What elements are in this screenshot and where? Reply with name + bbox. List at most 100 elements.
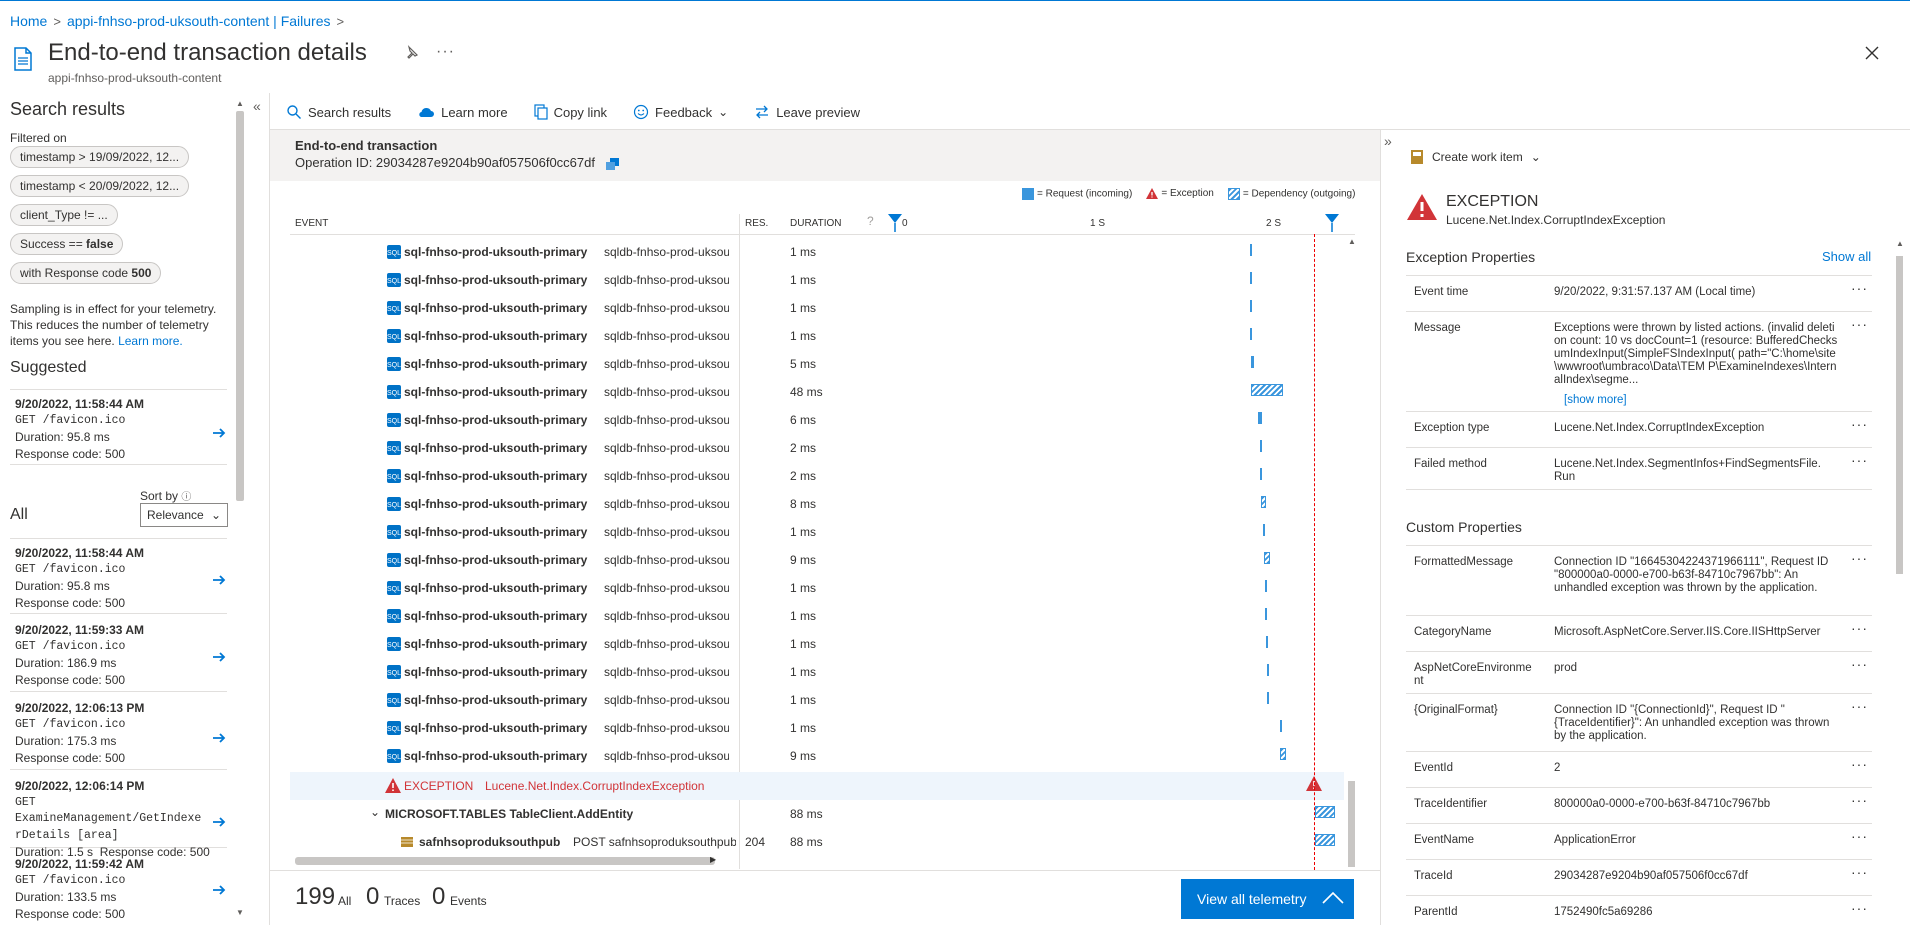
filter-pill-response-code[interactable]: with Response code 500 (10, 262, 162, 284)
dependency-row[interactable]: SQL sql-fnhso-prod-uksouth-primary sqldb-f… (290, 266, 1344, 294)
arrow-right-icon[interactable] (211, 649, 227, 665)
more-icon[interactable]: ··· (1851, 829, 1868, 843)
dependency-row[interactable]: SQL sql-fnhso-prod-uksouth-primary sqldb-f… (290, 518, 1344, 546)
blob-row[interactable]: safnhsoproduksouthpub POST safnhsoproduk… (290, 828, 1344, 856)
dependency-row[interactable]: SQL sql-fnhso-prod-uksouth-primary sqldb-f… (290, 658, 1344, 686)
dependency-row[interactable]: SQL sql-fnhso-prod-uksouth-primary sqldb-f… (290, 602, 1344, 630)
filter-pill-client-type[interactable]: client_Type != ... (10, 204, 118, 226)
copy-link-button[interactable]: Copy link (533, 104, 607, 120)
sql-database-icon: SQL (387, 273, 401, 287)
rows-scrollbar-thumb[interactable] (1348, 781, 1355, 867)
dependency-row[interactable]: SQL sql-fnhso-prod-uksouth-primary sqldb-f… (290, 574, 1344, 602)
show-all-link[interactable]: Show all (1822, 249, 1871, 264)
result-card[interactable]: 9/20/2022, 12:06:14 PM GET ExamineManage… (10, 772, 227, 859)
result-card[interactable]: 9/20/2022, 12:06:13 PM GET /favicon.ico … (10, 694, 227, 770)
dependency-row[interactable]: SQL sql-fnhso-prod-uksouth-primary sqldb-f… (290, 742, 1344, 770)
view-all-telemetry-button[interactable]: View all telemetry (1181, 879, 1354, 919)
dependency-row[interactable]: SQL sql-fnhso-prod-uksouth-primary sqldb-f… (290, 490, 1344, 518)
left-scrollbar-thumb[interactable] (236, 111, 244, 501)
exception-warning-icon (1407, 194, 1437, 220)
search-results-label: Search results (308, 104, 392, 120)
prop-key: Exception type (1414, 422, 1490, 434)
more-icon[interactable]: ··· (1851, 657, 1868, 671)
dependency-row[interactable]: SQL sql-fnhso-prod-uksouth-primary sqldb-f… (290, 406, 1344, 434)
dependency-name: sql-fnhso-prod-uksouth-primary (404, 665, 588, 679)
arrow-right-icon[interactable] (211, 572, 227, 588)
result-card[interactable]: 9/20/2022, 11:59:33 AM GET /favicon.ico … (10, 616, 227, 692)
prop-key: CategoryName (1414, 626, 1492, 638)
dependency-name: sql-fnhso-prod-uksouth-primary (404, 245, 588, 259)
dependency-row[interactable]: SQL sql-fnhso-prod-uksouth-primary sqldb-f… (290, 294, 1344, 322)
blob-row-target: POST safnhsoproduksouthpub/ (573, 835, 736, 849)
dependency-row[interactable]: SQL sql-fnhso-prod-uksouth-primary sqldb-f… (290, 378, 1344, 406)
scroll-down-icon[interactable]: ▼ (236, 908, 244, 917)
dependency-name: sql-fnhso-prod-uksouth-primary (404, 357, 588, 371)
more-icon[interactable]: ··· (1851, 317, 1868, 331)
more-icon[interactable]: ··· (1851, 453, 1868, 467)
filter-pill-timestamp-end[interactable]: timestamp < 20/09/2022, 12... (10, 175, 190, 197)
result-time: 9/20/2022, 12:06:13 PM (15, 701, 145, 715)
exception-row[interactable]: EXCEPTION Lucene.Net.Index.CorruptIndexE… (290, 772, 1344, 800)
feedback-button[interactable]: Feedback ⌄ (633, 104, 728, 120)
sql-database-icon: SQL (387, 665, 401, 679)
horizontal-scrollbar-thumb[interactable] (295, 857, 715, 865)
arrow-right-icon[interactable] (211, 814, 227, 830)
show-more-link[interactable]: [show more] (1564, 394, 1627, 407)
sort-select[interactable]: Relevance ⌄ (140, 503, 228, 527)
dependency-row[interactable]: SQL sql-fnhso-prod-uksouth-primary sqldb-f… (290, 322, 1344, 350)
result-card[interactable]: 9/20/2022, 11:58:44 AM GET /favicon.ico … (10, 538, 227, 614)
dependency-row[interactable]: SQL sql-fnhso-prod-uksouth-primary sqldb-f… (290, 434, 1344, 462)
result-card[interactable]: 9/20/2022, 11:59:42 AM GET /favicon.ico … (10, 850, 227, 925)
more-icon[interactable]: ··· (1851, 793, 1868, 807)
prop-value: 800000a0-0000-e700-b63f-84710c7967bb (1554, 798, 1771, 810)
pin-icon[interactable] (403, 45, 419, 61)
dependency-row[interactable]: SQL sql-fnhso-prod-uksouth-primary sqldb-f… (290, 462, 1344, 490)
svg-text:SQL: SQL (387, 530, 401, 537)
learn-more-button[interactable]: Learn more (417, 105, 508, 120)
dependency-row[interactable]: SQL sql-fnhso-prod-uksouth-primary sqldb-f… (290, 238, 1344, 266)
breadcrumb-failures[interactable]: appi-fnhso-prod-uksouth-content | Failur… (67, 13, 331, 29)
filter-pill-timestamp-start[interactable]: timestamp > 19/09/2022, 12... (10, 146, 190, 168)
more-options-icon[interactable]: ··· (436, 43, 455, 61)
more-icon[interactable]: ··· (1851, 281, 1868, 295)
collapse-panel-icon[interactable]: « (253, 98, 261, 114)
arrow-right-icon[interactable] (211, 425, 227, 441)
dependency-row[interactable]: SQL sql-fnhso-prod-uksouth-primary sqldb-f… (290, 630, 1344, 658)
tables-row[interactable]: ⌄ MICROSOFT.TABLES TableClient.AddEntity… (290, 800, 1344, 828)
expand-panel-icon[interactable]: » (1384, 133, 1392, 149)
dependency-row[interactable]: SQL sql-fnhso-prod-uksouth-primary sqldb-f… (290, 686, 1344, 714)
dependency-row[interactable]: SQL sql-fnhso-prod-uksouth-primary sqldb-f… (290, 546, 1344, 574)
sampling-text: Sampling is in effect for your telemetry… (10, 302, 217, 348)
more-icon[interactable]: ··· (1851, 699, 1868, 713)
detail-scrollbar-thumb[interactable] (1896, 256, 1903, 574)
scroll-up-icon[interactable]: ▲ (236, 99, 244, 108)
more-icon[interactable]: ··· (1851, 865, 1868, 879)
scroll-up-icon[interactable]: ▲ (1896, 239, 1904, 248)
more-icon[interactable]: ··· (1851, 621, 1868, 635)
scroll-right-icon[interactable]: ▶ (710, 855, 716, 864)
range-end-handle-icon[interactable] (1325, 214, 1339, 232)
leave-preview-button[interactable]: Leave preview (754, 104, 860, 120)
copy-operation-icon[interactable] (605, 157, 621, 171)
create-work-item-button[interactable]: Create work item ⌄ (1410, 149, 1541, 165)
result-duration: Duration: 133.5 ms (15, 890, 117, 904)
search-results-button[interactable]: Search results (286, 104, 391, 120)
filter-pill-success[interactable]: Success == false (10, 233, 124, 255)
dependency-row[interactable]: SQL sql-fnhso-prod-uksouth-primary sqldb-f… (290, 350, 1344, 378)
dependency-row[interactable]: SQL sql-fnhso-prod-uksouth-primary sqldb-f… (290, 714, 1344, 742)
more-icon[interactable]: ··· (1851, 417, 1868, 431)
breadcrumb-home[interactable]: Home (10, 13, 47, 29)
legend-exception: = Exception (1146, 188, 1214, 200)
arrow-right-icon[interactable] (211, 730, 227, 746)
scroll-up-icon[interactable]: ▲ (1348, 237, 1356, 246)
more-icon[interactable]: ··· (1851, 757, 1868, 771)
suggested-result-card[interactable]: 9/20/2022, 11:58:44 AM GET /favicon.ico … (10, 389, 227, 465)
sql-database-icon: SQL (387, 637, 401, 651)
more-icon[interactable]: ··· (1851, 901, 1868, 915)
more-icon[interactable]: ··· (1851, 551, 1868, 565)
help-icon[interactable]: ? (867, 214, 874, 228)
range-start-handle-icon[interactable] (888, 214, 902, 232)
arrow-right-icon[interactable] (211, 882, 227, 898)
learn-more-link[interactable]: Learn more. (118, 334, 183, 348)
close-icon[interactable] (1862, 43, 1882, 63)
